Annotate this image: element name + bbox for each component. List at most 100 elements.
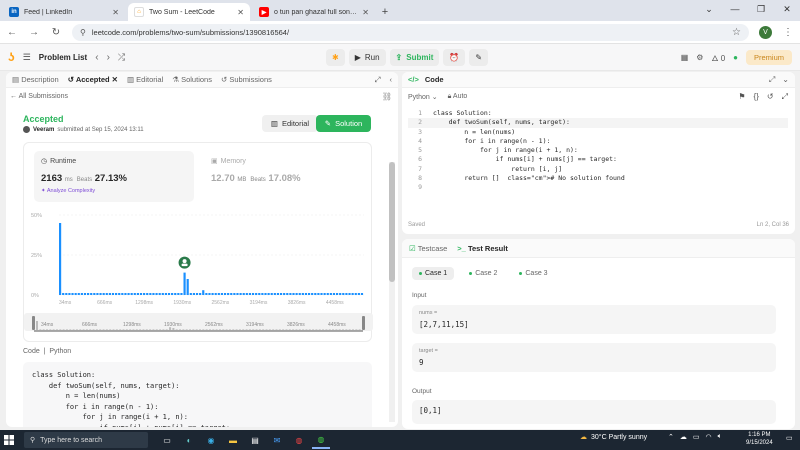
case-tab-2[interactable]: Case 2 xyxy=(462,267,504,280)
left-scrollbar[interactable] xyxy=(389,162,395,422)
editor-line[interactable]: 7 return [i, j] xyxy=(408,165,788,174)
tab-accepted[interactable]: ↺ Accepted ✕ xyxy=(68,75,118,84)
editorial-button[interactable]: ▥ Editorial xyxy=(262,115,318,132)
taskbar-clock[interactable]: 1:16 PM 9/15/2024 xyxy=(746,431,773,447)
url-input[interactable]: ⚲ leetcode.com/problems/two-sum/submissi… xyxy=(72,23,749,41)
gear-icon[interactable]: ⚙ xyxy=(696,53,703,62)
note-icon: ✎ xyxy=(475,53,483,62)
chart-bar xyxy=(77,293,80,295)
minimize-icon[interactable]: — xyxy=(722,0,748,21)
leetcode-logo-icon[interactable]: ʖ xyxy=(8,50,15,64)
submit-button[interactable]: ⇪ Submit xyxy=(389,49,440,66)
editor-line[interactable]: 8 return [] class="cm"># No solution fou… xyxy=(408,174,788,183)
tab-submissions[interactable]: ↺ Submissions xyxy=(221,75,272,84)
bookmark-icon[interactable]: ⚑ xyxy=(738,92,745,102)
browser-tab-leetcode[interactable]: ⌂ Two Sum - LeetCode ✕ xyxy=(128,3,250,21)
braces-icon[interactable]: {} xyxy=(754,92,759,102)
back-arrow-icon[interactable]: ← xyxy=(6,27,18,38)
editor-line[interactable]: 3 n = len(nums) xyxy=(408,128,788,137)
mail-icon[interactable]: ✉ xyxy=(268,431,286,449)
avatar-icon[interactable]: ● xyxy=(733,53,738,62)
chevron-left-icon[interactable]: ‹ xyxy=(95,52,98,63)
input-label: Input xyxy=(412,292,427,299)
editor-line[interactable]: 4 for i in range(n - 1): xyxy=(408,137,788,146)
solution-button[interactable]: ✎ Solution xyxy=(316,115,371,132)
editor-line[interactable]: 6 if nums[i] + nums[j] == target: xyxy=(408,155,788,164)
scrollbar-thumb[interactable] xyxy=(389,162,395,282)
problem-list-link[interactable]: Problem List xyxy=(39,53,87,62)
fire-icon[interactable]: 🜂 0 xyxy=(711,49,725,66)
weather-widget[interactable]: ☁ 30°C Partly sunny xyxy=(580,433,647,442)
close-window-icon[interactable]: ✕ xyxy=(774,0,800,21)
reset-icon[interactable]: ↺ xyxy=(767,92,774,102)
editor-line[interactable]: 1 class Solution: xyxy=(408,109,788,118)
link-icon[interactable]: ⛓ xyxy=(382,92,392,101)
reload-icon[interactable]: ↻ xyxy=(50,27,62,38)
chevron-up-icon[interactable]: ⌃ xyxy=(668,433,674,441)
copilot-icon[interactable]: ◐ xyxy=(180,431,198,449)
task-view-icon[interactable]: ▭ xyxy=(158,431,176,449)
browser-tab-linkedin[interactable]: in Feed | LinkedIn ✕ xyxy=(3,3,125,21)
close-icon[interactable]: ✕ xyxy=(237,8,244,17)
tab-test-result[interactable]: >_ Test Result xyxy=(457,244,508,253)
chevron-right-icon[interactable]: › xyxy=(107,52,110,63)
star-icon[interactable]: ☆ xyxy=(732,27,741,38)
expand-icon[interactable]: ⤢ xyxy=(769,75,775,85)
wifi-icon[interactable]: ◠ xyxy=(706,433,712,441)
close-icon[interactable]: ✕ xyxy=(112,75,118,84)
fullscreen-icon[interactable]: ⤢ xyxy=(782,92,788,102)
battery-icon[interactable]: ▭ xyxy=(693,433,700,441)
editor-line[interactable]: 5 for j in range(i + 1, n): xyxy=(408,146,788,155)
chrome-active-icon[interactable]: ◍ xyxy=(312,431,330,449)
profile-avatar[interactable]: V xyxy=(759,25,772,39)
line-text: for i in range(n - 1): xyxy=(464,136,551,145)
run-button[interactable]: ▶ Run xyxy=(348,49,386,66)
notification-icon[interactable]: ▭ xyxy=(786,434,793,442)
line-number: 9 xyxy=(418,183,422,192)
taskbar-search[interactable]: ⚲ Type here to search xyxy=(24,432,148,448)
edge-icon[interactable]: ◉ xyxy=(202,431,220,449)
debug-button[interactable]: ✱ xyxy=(326,49,345,66)
code-editor[interactable]: 1 class Solution: 2 def twoSum(self, nums,… xyxy=(408,109,788,193)
speaker-icon[interactable]: 🔈︎ xyxy=(718,433,722,441)
tab-editorial[interactable]: ▥ Editorial xyxy=(127,75,163,84)
timer-button[interactable]: ⏰ xyxy=(443,49,466,66)
auto-mode[interactable]: 🔒︎ Auto xyxy=(448,93,468,101)
analyze-complexity-link[interactable]: ✦ Analyze Complexity xyxy=(41,188,95,194)
cloud-icon[interactable]: ☁ xyxy=(680,433,687,441)
browser-tab-youtube[interactable]: ▶ o tun pan ghazal full song - You ✕ xyxy=(253,3,375,21)
notes-button[interactable]: ✎ xyxy=(469,49,489,66)
new-tab-button[interactable]: + xyxy=(377,4,393,20)
file-explorer-icon[interactable]: ▬ xyxy=(224,431,242,449)
case-tab-1[interactable]: Case 1 xyxy=(412,267,455,280)
store-icon[interactable]: ▤ xyxy=(246,431,264,449)
windows-start-button[interactable] xyxy=(0,430,18,450)
restore-icon[interactable]: ❐ xyxy=(748,0,774,21)
language-select[interactable]: Python ⌄ xyxy=(408,93,438,101)
close-icon[interactable]: ✕ xyxy=(362,8,369,17)
close-icon[interactable]: ✕ xyxy=(112,8,119,17)
tab-solutions[interactable]: ⚗ Solutions xyxy=(172,75,212,84)
collapse-icon[interactable]: ⌄ xyxy=(782,75,789,85)
author-name[interactable]: Veeram xyxy=(33,127,54,133)
premium-button[interactable]: Premium xyxy=(745,50,792,65)
chrome-icon[interactable]: ◍ xyxy=(290,431,308,449)
expand-icon[interactable]: ⤢ xyxy=(375,75,381,85)
tab-description[interactable]: ▤ Description xyxy=(12,75,59,84)
nums-field: nums = [2,7,11,15] xyxy=(412,305,776,334)
all-submissions-link[interactable]: ← All Submissions xyxy=(10,93,68,100)
collapse-icon[interactable]: ‹ xyxy=(390,75,393,84)
case-tab-3[interactable]: Case 3 xyxy=(512,267,554,280)
shuffle-icon[interactable]: ⤮ xyxy=(118,52,125,63)
editor-line[interactable]: 2 def twoSum(self, nums, target): xyxy=(408,118,788,128)
chevron-down-icon[interactable]: ⌄ xyxy=(696,0,722,21)
layout-icon[interactable]: ▦ xyxy=(681,53,689,62)
site-info-icon[interactable]: ⚲ xyxy=(80,28,86,37)
more-menu-icon[interactable]: ⋮ xyxy=(782,27,794,38)
runtime-distribution-chart[interactable]: 50% 25% 0% 34ms 666ms 1298ms 1930ms 2562ms 3194m… xyxy=(24,205,373,380)
runtime-card[interactable]: ◷ Runtime 2163 ms Beats 27.13% ✦ Analyze C… xyxy=(34,151,194,202)
forward-arrow-icon[interactable]: → xyxy=(28,27,40,38)
editor-line[interactable]: 9 xyxy=(408,183,788,192)
tab-testcase[interactable]: ☑ Testcase xyxy=(409,244,447,253)
memory-card[interactable]: ▣ Memory 12.70 MB Beats 17.08% xyxy=(204,151,364,202)
